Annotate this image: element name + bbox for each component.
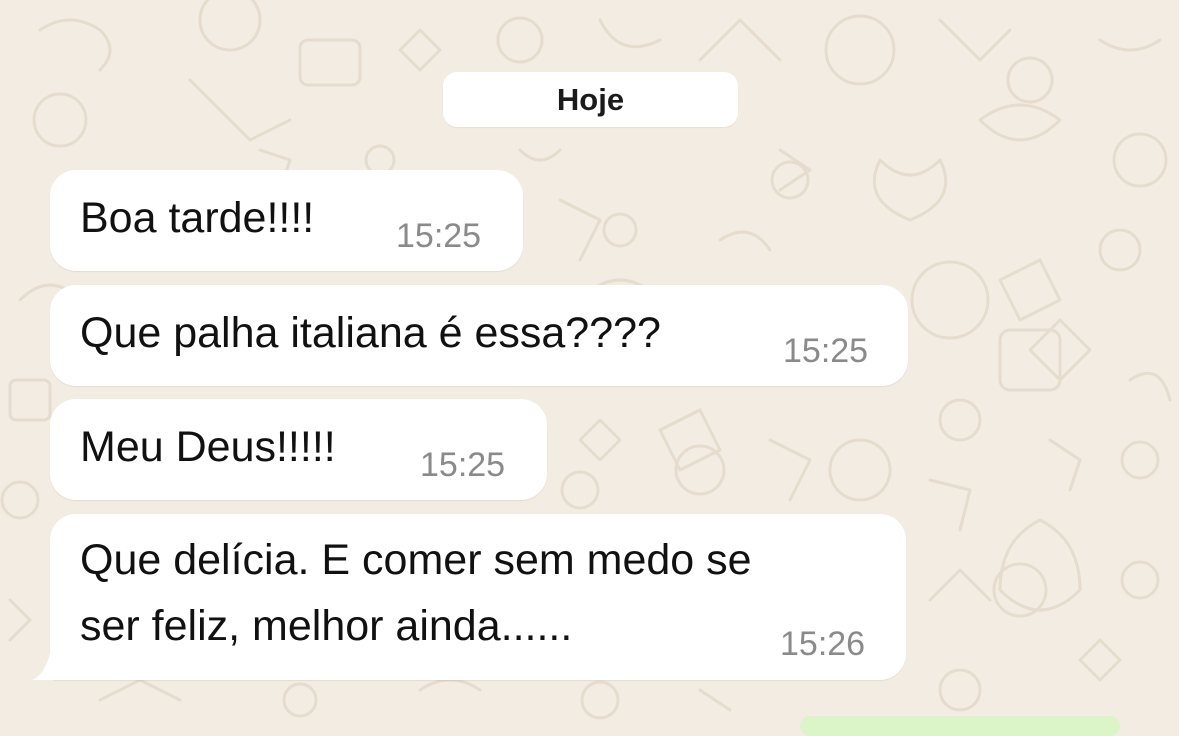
message-time: 15:25 [420,446,506,484]
message-time: 15:25 [396,217,482,255]
chat-area: Hoje Boa tarde!!!! 15:25 Que palha itali… [0,0,1179,736]
message-text-line: ser feliz, melhor ainda...... [80,602,573,650]
message-text: Que palha italiana é essa???? [80,309,661,357]
message-text: Meu Deus!!!!! [80,423,336,471]
date-separator: Hoje [443,72,738,127]
message-bubble[interactable]: Boa tarde!!!! 15:25 [50,170,523,271]
message-text: Boa tarde!!!! [80,194,315,242]
message-bubble[interactable]: Que palha italiana é essa???? 15:25 [50,285,908,386]
message-text-line: Que delícia. E comer sem medo se [80,536,752,584]
message-bubble[interactable]: Meu Deus!!!!! 15:25 [50,399,547,500]
message-time: 15:25 [783,332,869,370]
bubble-tail [32,636,70,680]
message-bubble[interactable]: Que delícia. E comer sem medo se ser fel… [50,514,906,680]
outgoing-bubble-edge [800,716,1120,736]
message-time: 15:26 [780,625,866,663]
